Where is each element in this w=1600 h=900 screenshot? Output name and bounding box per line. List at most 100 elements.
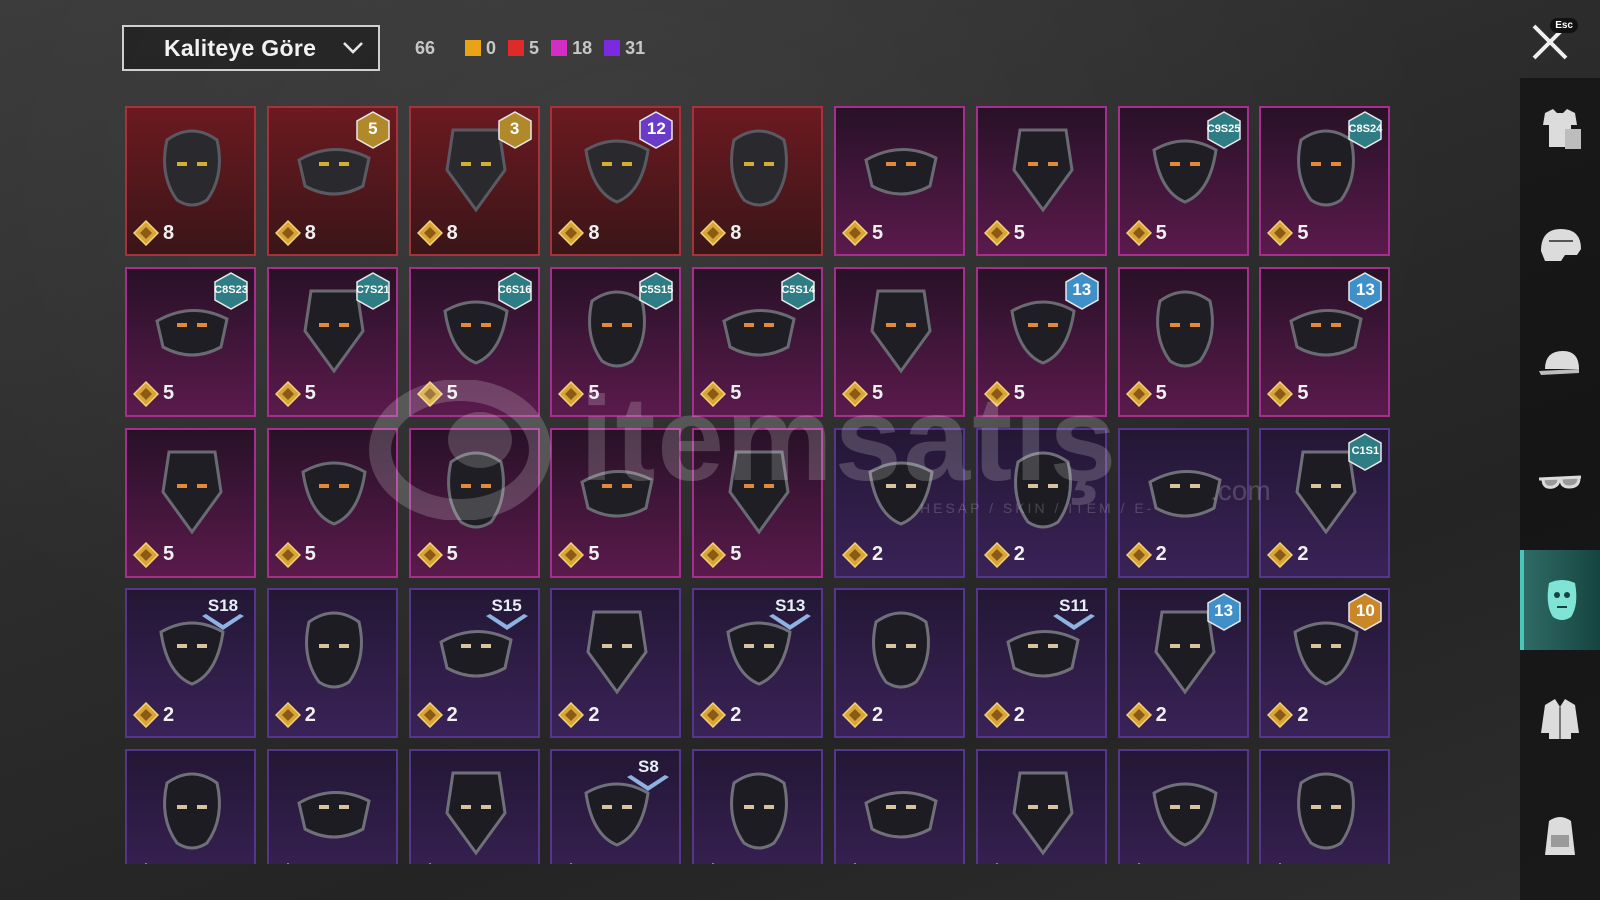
inventory-item[interactable]: 5 13 xyxy=(975,266,1107,417)
inventory-item[interactable]: 2 S11 xyxy=(975,588,1107,739)
badge-text: C1S1 xyxy=(1351,444,1380,457)
inventory-item[interactable]: 85 xyxy=(266,106,398,256)
jacket-icon xyxy=(1541,699,1579,739)
inventory-item[interactable]: 2 xyxy=(1259,749,1390,864)
inventory-item[interactable]: 2 S8 xyxy=(550,749,682,864)
inventory-item[interactable]: 2 S18 xyxy=(125,588,256,739)
ninja-hood-icon xyxy=(163,772,221,850)
item-cost: 2 xyxy=(1267,702,1309,729)
currency-icon xyxy=(558,380,585,407)
tab-helmet[interactable] xyxy=(1520,196,1600,296)
inventory-item[interactable]: 2 xyxy=(833,588,965,739)
item-cost-value: 2 xyxy=(446,703,458,726)
inventory-item[interactable]: 2 xyxy=(975,749,1107,864)
inventory-item[interactable]: 2 xyxy=(408,749,540,864)
mask-icon xyxy=(1547,580,1577,620)
level-badge: 10 xyxy=(1347,593,1383,636)
outfit-icon xyxy=(1543,109,1581,149)
blue-bandana-icon xyxy=(445,771,507,856)
tab-backpack[interactable] xyxy=(1520,786,1600,886)
sort-dropdown[interactable]: Kaliteye Göre xyxy=(122,25,380,71)
currency-icon xyxy=(995,863,998,864)
tab-glasses[interactable] xyxy=(1520,432,1600,532)
item-cost: 8 xyxy=(558,220,600,246)
orange-skull-icon xyxy=(870,289,932,374)
tab-jacket[interactable] xyxy=(1520,668,1600,768)
item-cost: 5 xyxy=(416,541,458,568)
currency-icon xyxy=(416,541,443,568)
inventory-grid: 8 8 5 8 3 8 12 8 5 5 5 C9S25 5 C8S24 5 C8S23 5 C7S21 5 C6S1… xyxy=(125,106,1390,864)
quality-swatch xyxy=(465,40,482,56)
item-cost: 5 xyxy=(1267,220,1309,246)
inventory-item[interactable]: 2 xyxy=(125,749,256,864)
category-sidebar xyxy=(1520,78,1600,900)
currency-icon xyxy=(274,220,301,246)
inventory-item[interactable]: 2 10 xyxy=(1259,588,1390,739)
inventory-item[interactable]: 5 xyxy=(833,266,965,417)
inventory-item[interactable]: 83 xyxy=(408,106,540,256)
badge-text: C7S21 xyxy=(355,283,390,296)
item-cost-value: 5 xyxy=(1297,221,1309,244)
inventory-item[interactable]: 2 xyxy=(1117,427,1249,578)
inventory-item[interactable]: 2 xyxy=(550,588,682,739)
inventory-item[interactable]: 5 C7S21 xyxy=(266,266,398,417)
inventory-item[interactable]: 5 C8S24 xyxy=(1259,106,1390,256)
inventory-item[interactable]: 5 C5S15 xyxy=(550,266,682,417)
tab-mask[interactable] xyxy=(1520,550,1600,650)
inventory-item[interactable]: 8 xyxy=(125,106,256,256)
inventory-item[interactable]: 8 12 xyxy=(550,106,682,256)
item-cost: 2 xyxy=(558,863,599,864)
currency-icon xyxy=(1125,220,1152,246)
inventory-item[interactable]: 2 xyxy=(833,749,965,864)
tab-outfit[interactable] xyxy=(1520,78,1600,178)
tab-cap[interactable] xyxy=(1520,314,1600,414)
inventory-item[interactable]: 5 xyxy=(125,427,256,578)
inventory-item[interactable]: 5 xyxy=(833,106,965,256)
item-cost-value: 5 xyxy=(588,382,600,405)
inventory-item[interactable]: 2 xyxy=(266,588,398,739)
item-cost-value: 5 xyxy=(1013,382,1025,405)
item-cost: 2 xyxy=(274,702,316,729)
inventory-item[interactable]: 5 xyxy=(266,427,398,578)
item-cost: 8 xyxy=(274,220,316,246)
item-cost-value: 2 xyxy=(1013,543,1025,566)
inventory-item[interactable]: 2 xyxy=(266,749,398,864)
season-badge-text: S15 xyxy=(491,596,522,616)
season-badge: S11 xyxy=(1047,596,1101,632)
inventory-item[interactable]: 8 xyxy=(692,106,824,256)
inventory-item[interactable]: 2 xyxy=(975,427,1107,578)
inventory-item[interactable]: 2 S13 xyxy=(692,588,824,739)
item-cost: 2 xyxy=(1126,863,1167,864)
quality-swatch xyxy=(551,40,568,56)
inventory-item[interactable]: 5 xyxy=(1117,266,1249,417)
season-badge-text: S18 xyxy=(207,596,239,616)
hockey-mask-icon xyxy=(868,461,934,526)
currency-icon xyxy=(841,220,868,246)
inventory-item[interactable]: 2 xyxy=(692,749,824,864)
currency-icon xyxy=(841,702,868,729)
close-button[interactable]: Esc xyxy=(1528,18,1578,64)
inventory-item[interactable]: 5 xyxy=(975,106,1107,256)
season-badge-text: S8 xyxy=(637,757,659,777)
inventory-item[interactable]: 2 13 xyxy=(1117,588,1249,739)
inventory-item[interactable]: 5 C9S25 xyxy=(1117,106,1249,256)
inventory-item[interactable]: 2 C1S1 xyxy=(1259,427,1390,578)
inventory-item[interactable]: 5 xyxy=(692,427,824,578)
currency-icon xyxy=(983,380,1010,407)
level-badge: 5 xyxy=(355,111,391,154)
season-code-badge: C8S23 xyxy=(213,271,249,315)
inventory-item[interactable]: 5 C5S14 xyxy=(692,266,824,417)
inventory-item[interactable]: 2 xyxy=(1117,749,1249,864)
inventory-item[interactable]: 5 xyxy=(550,427,682,578)
inventory-item[interactable]: 5 C8S23 xyxy=(125,266,256,417)
inventory-item[interactable]: 5 C6S16 xyxy=(408,266,540,417)
badge-text: C8S23 xyxy=(214,283,248,296)
inventory-item[interactable]: 2 S15 xyxy=(408,588,540,739)
season-code-badge: C5S14 xyxy=(780,271,816,315)
inventory-item[interactable]: 2 xyxy=(833,427,965,578)
cap-icon xyxy=(1539,351,1579,375)
currency-icon xyxy=(1267,380,1294,407)
item-cost: 5 xyxy=(700,380,741,407)
inventory-item[interactable]: 5 xyxy=(408,427,540,578)
inventory-item[interactable]: 5 13 xyxy=(1259,266,1390,417)
